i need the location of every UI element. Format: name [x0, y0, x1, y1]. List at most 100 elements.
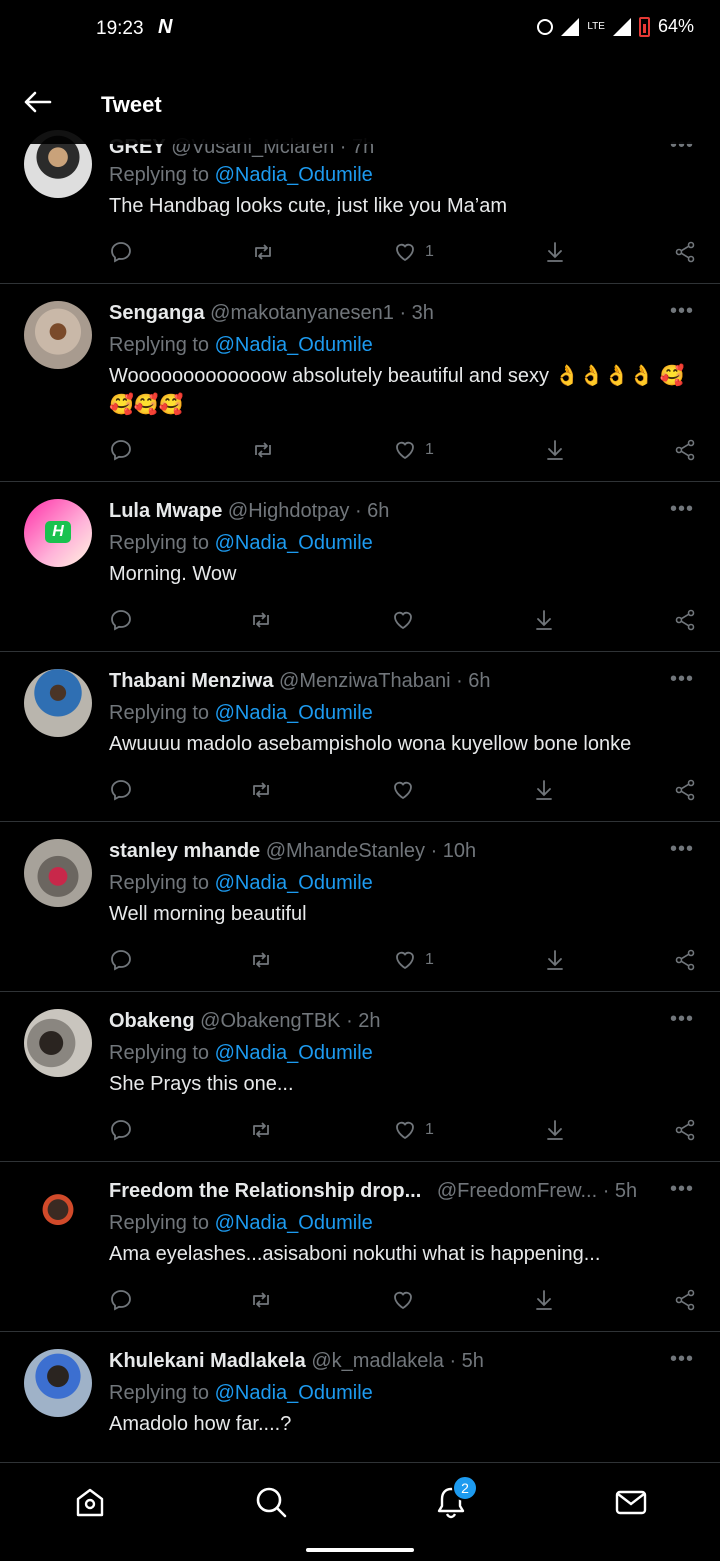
mention-link[interactable]: @Nadia_Odumile — [215, 1382, 373, 1404]
author-name[interactable]: Senganga — [109, 302, 205, 324]
status-indicators: LTE 64% — [537, 16, 694, 37]
download-button[interactable] — [543, 1118, 567, 1142]
download-button[interactable] — [543, 240, 567, 264]
mention-link[interactable]: @Nadia_Odumile — [215, 1212, 373, 1234]
battery-level: 64% — [657, 16, 694, 36]
tweet-item[interactable]: Senganga @makotanyanesen1 · 3h ••• Reply… — [0, 284, 720, 482]
heart-icon — [394, 1291, 412, 1310]
retweet-icon — [253, 1122, 269, 1138]
author-name[interactable]: Khulekani Madlakela — [109, 1350, 306, 1372]
author-name[interactable]: Obakeng — [109, 1010, 195, 1032]
reply-button[interactable] — [109, 948, 133, 972]
tweet-item[interactable]: Thabani Menziwa @MenziwaThabani · 6h •••… — [0, 652, 720, 822]
retweet-button[interactable] — [251, 240, 275, 264]
reply-button[interactable] — [109, 438, 133, 462]
like-button[interactable] — [391, 608, 423, 632]
download-button[interactable] — [532, 1288, 556, 1312]
tweet-item[interactable]: Freedom the Relationship drop... @Freedo… — [0, 1162, 720, 1332]
replying-label: Replying to — [109, 164, 210, 186]
avatar[interactable] — [24, 1009, 92, 1077]
download-icon — [547, 440, 563, 460]
author-handle: @MenziwaThabani — [279, 670, 451, 692]
reply-button[interactable] — [109, 608, 133, 632]
more-icon[interactable]: ••• — [670, 1348, 694, 1371]
tweet-item[interactable]: H Lula Mwape @Highdotpay · 6h ••• Replyi… — [0, 482, 720, 652]
avatar[interactable] — [24, 669, 92, 737]
mention-link[interactable]: @Nadia_Odumile — [215, 702, 373, 724]
search-icon[interactable] — [254, 1485, 288, 1519]
download-button[interactable] — [543, 948, 567, 972]
author-handle: @MhandeStanley — [265, 840, 426, 862]
avatar[interactable] — [24, 1179, 92, 1247]
replying-label: Replying to — [109, 702, 210, 724]
retweet-button[interactable] — [249, 1288, 273, 1312]
share-button[interactable] — [673, 438, 697, 462]
more-icon[interactable]: ••• — [670, 1008, 694, 1031]
tweet-item[interactable]: stanley mhande @MhandeStanley · 10h ••• … — [0, 822, 720, 992]
like-count: 1 — [425, 441, 434, 458]
download-button[interactable] — [532, 778, 556, 802]
retweet-icon — [255, 442, 271, 458]
mention-link[interactable]: @Nadia_Odumile — [215, 164, 373, 186]
share-button[interactable] — [673, 778, 697, 802]
like-button[interactable]: 1 — [393, 1118, 434, 1142]
like-button[interactable] — [391, 778, 423, 802]
home-icon[interactable] — [73, 1485, 107, 1519]
author-name[interactable]: stanley mhande — [109, 840, 260, 862]
share-button[interactable] — [673, 608, 697, 632]
like-button[interactable] — [391, 1288, 423, 1312]
tweet-item[interactable]: Obakeng @ObakengTBK · 2h ••• Replying to… — [0, 992, 720, 1162]
retweet-icon — [253, 952, 269, 968]
replying-label: Replying to — [109, 1212, 210, 1234]
author-handle: @ObakengTBK — [200, 1010, 341, 1032]
retweet-button[interactable] — [249, 778, 273, 802]
avatar[interactable] — [24, 839, 92, 907]
mention-link[interactable]: @Nadia_Odumile — [215, 532, 373, 554]
share-icon — [675, 439, 695, 461]
reply-button[interactable] — [109, 778, 133, 802]
mention-link[interactable]: @Nadia_Odumile — [215, 1042, 373, 1064]
reply-button[interactable] — [109, 240, 133, 264]
reply-button[interactable] — [109, 1288, 133, 1312]
share-button[interactable] — [673, 1118, 697, 1142]
share-button[interactable] — [673, 1288, 697, 1312]
tweet-text: She Prays this one... — [109, 1073, 294, 1095]
more-icon[interactable]: ••• — [670, 300, 694, 323]
share-button[interactable] — [673, 948, 697, 972]
avatar[interactable] — [24, 301, 92, 369]
author-name[interactable]: Lula Mwape — [109, 500, 222, 522]
like-button[interactable]: 1 — [393, 438, 434, 462]
reply-button[interactable] — [109, 1118, 133, 1142]
mention-link[interactable]: @Nadia_Odumile — [215, 872, 373, 894]
tweet-actions — [109, 1288, 699, 1312]
more-icon[interactable]: ••• — [670, 668, 694, 691]
like-button[interactable]: 1 — [393, 948, 434, 972]
more-icon[interactable]: ••• — [670, 1178, 694, 1201]
author-name[interactable]: Freedom the Relationship drop... — [109, 1180, 421, 1202]
avatar[interactable] — [24, 1349, 92, 1417]
replying-label: Replying to — [109, 334, 210, 356]
like-button[interactable]: 1 — [393, 240, 434, 264]
retweet-button[interactable] — [249, 1118, 273, 1142]
reply-icon — [111, 1290, 131, 1311]
back-arrow-icon[interactable] — [22, 90, 52, 114]
more-icon[interactable]: ••• — [670, 838, 694, 861]
reply-icon — [111, 242, 131, 263]
tweet-actions — [109, 608, 699, 632]
retweet-button[interactable] — [251, 438, 275, 462]
share-icon — [675, 241, 695, 263]
more-icon[interactable]: ••• — [670, 498, 694, 521]
replying-to: Replying to @Nadia_Odumile — [109, 164, 373, 187]
retweet-button[interactable] — [249, 948, 273, 972]
messages-icon[interactable] — [614, 1485, 648, 1519]
download-button[interactable] — [543, 438, 567, 462]
mention-link[interactable]: @Nadia_Odumile — [215, 334, 373, 356]
author-name[interactable]: Thabani Menziwa — [109, 670, 273, 692]
share-icon — [675, 1119, 695, 1141]
share-button[interactable] — [673, 240, 697, 264]
retweet-icon — [253, 1292, 269, 1308]
like-count: 1 — [425, 951, 434, 968]
avatar[interactable]: H — [24, 499, 92, 567]
retweet-button[interactable] — [249, 608, 273, 632]
download-button[interactable] — [532, 608, 556, 632]
